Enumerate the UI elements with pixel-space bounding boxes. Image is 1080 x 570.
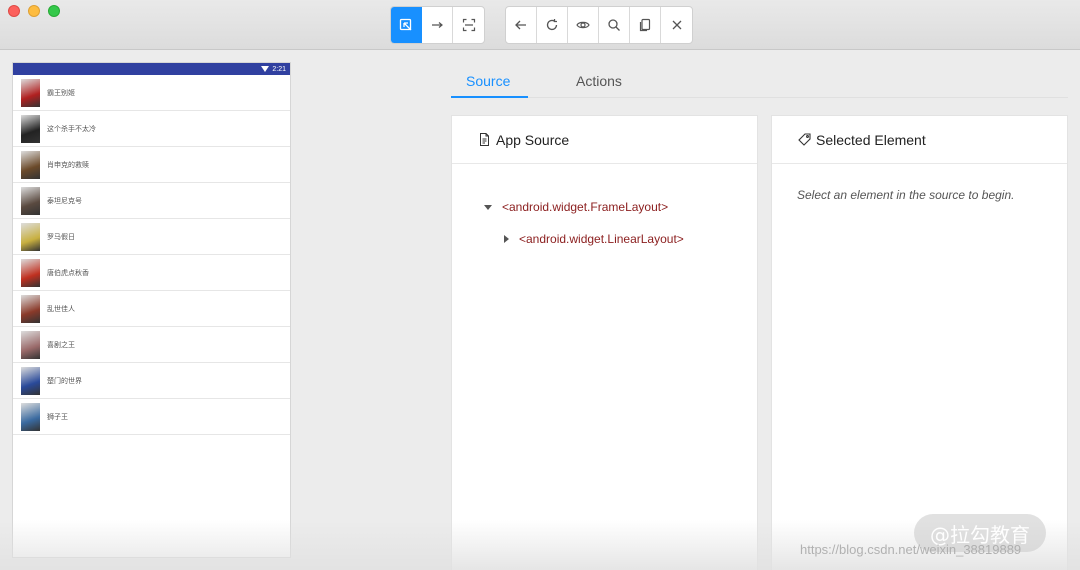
close-window-button[interactable] (8, 5, 20, 17)
tab-actions[interactable]: Actions (576, 73, 622, 89)
movie-list-item[interactable]: 肖申克的救赎 (13, 147, 290, 183)
movie-poster (21, 222, 40, 251)
movie-list-item[interactable]: 楚门的世界 (13, 363, 290, 399)
movie-title: 肖申克的救赎 (47, 160, 89, 169)
movie-title: 罗马假日 (47, 232, 75, 241)
active-tab-indicator (451, 96, 528, 98)
movie-title: 楚门的世界 (47, 376, 82, 385)
watermark-url: https://blog.csdn.net/weixin_38819889 (800, 542, 1022, 557)
movie-poster (21, 366, 40, 395)
movie-poster (21, 294, 40, 323)
tree-node-label: <android.widget.FrameLayout> (502, 200, 669, 214)
movie-list: 霸王别姬这个杀手不太冷 肖申克的救赎 泰坦尼克号罗马假日唐伯虎点秋香 乱世佳人喜剧之王… (13, 75, 290, 435)
zoom-window-button[interactable] (48, 5, 60, 17)
selected-element-header: Selected Element (772, 116, 1067, 164)
copy-icon (639, 18, 651, 32)
refresh-icon (546, 19, 558, 31)
mode-toolbar (390, 6, 485, 44)
search-icon (608, 19, 620, 31)
select-cursor-icon (399, 18, 412, 31)
movie-poster (21, 186, 40, 215)
refresh-button[interactable] (537, 7, 568, 43)
movie-title: 唐伯虎点秋香 (47, 268, 89, 277)
tree-node-linearlayout[interactable]: <android.widget.LinearLayout> (504, 232, 684, 246)
android-status-bar: 2:21 (13, 63, 290, 75)
movie-poster (21, 330, 40, 359)
caret-down-icon[interactable] (484, 204, 492, 210)
movie-list-item[interactable]: 罗马假日 (13, 219, 290, 255)
movie-list-item[interactable]: 这个杀手不太冷 (13, 111, 290, 147)
eye-icon (576, 21, 590, 29)
movie-poster (21, 402, 40, 431)
toggle-visibility-button[interactable] (568, 7, 599, 43)
tab-source[interactable]: Source (466, 73, 510, 89)
movie-title: 泰坦尼克号 (47, 196, 82, 205)
window-titlebar (0, 0, 1080, 50)
movie-poster (21, 78, 40, 107)
action-toolbar (505, 6, 693, 44)
close-icon (672, 20, 681, 30)
select-element-button[interactable] (391, 7, 422, 43)
empty-selection-message: Select an element in the source to begin… (797, 188, 1015, 202)
movie-poster (21, 258, 40, 287)
movie-list-item[interactable]: 泰坦尼克号 (13, 183, 290, 219)
movie-list-item[interactable]: 乱世佳人 (13, 291, 290, 327)
device-screenshot[interactable]: 2:21 霸王别姬这个杀手不太冷 肖申克的救赎 泰坦尼克号罗马假日唐伯虎点秋香 乱世佳… (12, 62, 291, 558)
movie-list-item[interactable]: 狮子王 (13, 399, 290, 435)
expand-frame-icon (462, 18, 475, 32)
swipe-button[interactable] (422, 7, 453, 43)
app-source-panel: App Source <android.widget.FrameLayout> … (451, 115, 758, 570)
movie-title: 这个杀手不太冷 (47, 124, 96, 133)
movie-poster (21, 150, 40, 179)
selected-element-title: Selected Element (816, 131, 926, 148)
movie-list-item[interactable]: 霸王别姬 (13, 75, 290, 111)
inspector-tabs: Source Actions (451, 62, 1068, 98)
movie-title: 霸王别姬 (47, 88, 75, 97)
app-source-title: App Source (496, 131, 570, 148)
tag-icon (798, 133, 811, 146)
movie-poster (21, 114, 40, 143)
minimize-window-button[interactable] (28, 5, 40, 17)
quit-session-button[interactable] (661, 7, 692, 43)
movie-title: 狮子王 (47, 412, 68, 421)
arrow-left-icon (515, 20, 526, 30)
app-source-header: App Source (452, 116, 757, 164)
arrow-right-icon (432, 22, 443, 28)
tap-coordinates-button[interactable] (453, 7, 484, 43)
wifi-icon (261, 66, 270, 72)
movie-list-item[interactable]: 唐伯虎点秋香 (13, 255, 290, 291)
tree-node-framelayout[interactable]: <android.widget.FrameLayout> (484, 200, 668, 214)
movie-title: 喜剧之王 (47, 340, 75, 349)
file-text-icon (480, 133, 489, 146)
selected-element-panel: Selected Element Select an element in th… (771, 115, 1068, 570)
copy-button[interactable] (630, 7, 661, 43)
movie-list-item[interactable]: 喜剧之王 (13, 327, 290, 363)
status-time: 2:21 (272, 65, 286, 73)
tree-node-label: <android.widget.LinearLayout> (519, 232, 684, 246)
caret-right-icon[interactable] (504, 235, 509, 243)
movie-title: 乱世佳人 (47, 304, 75, 313)
search-button[interactable] (599, 7, 630, 43)
back-button[interactable] (506, 7, 537, 43)
